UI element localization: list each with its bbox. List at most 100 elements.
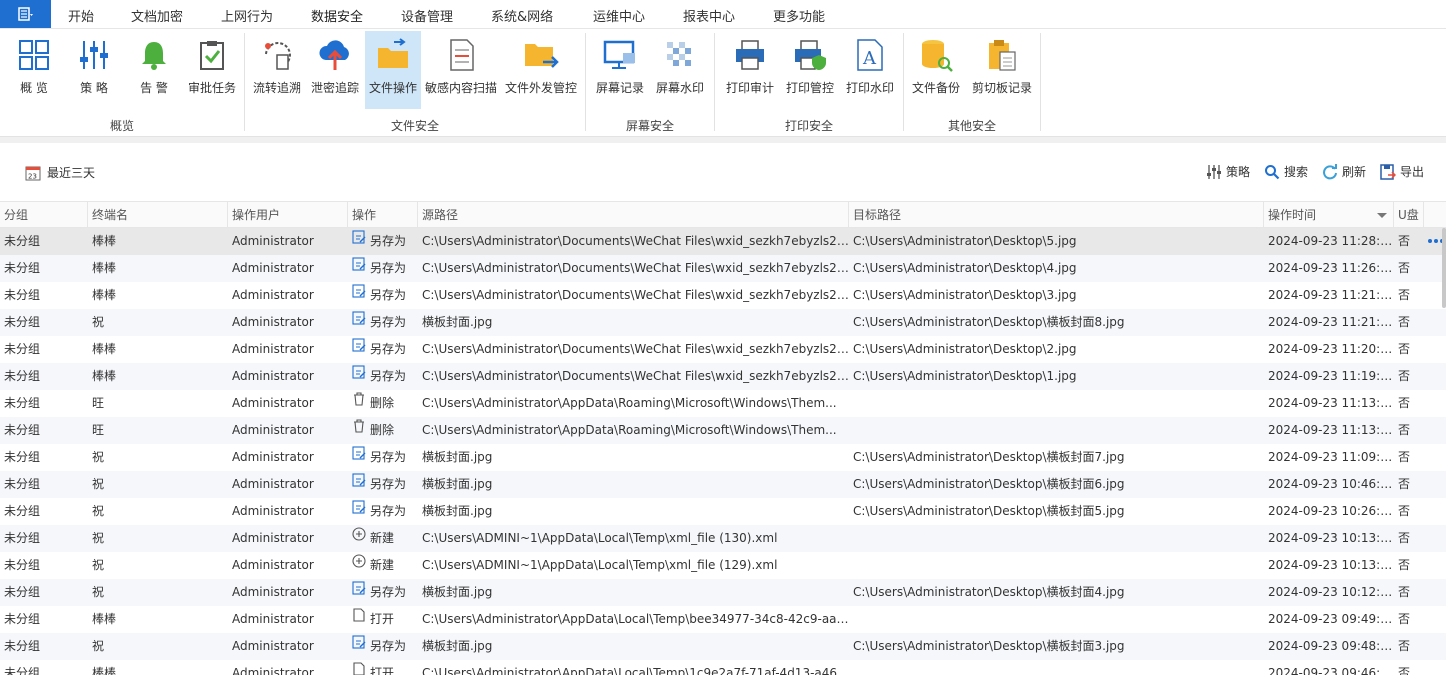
- menu-ops-center[interactable]: 运维中心: [593, 6, 645, 25]
- cell-terminal: 棒棒: [92, 612, 117, 626]
- table-row[interactable]: 未分组 棒棒 Administrator 另存为 C:\Users\Administra…: [0, 282, 1446, 309]
- menu-internet-behavior[interactable]: 上网行为: [221, 6, 273, 25]
- table-row[interactable]: 未分组 祝 Administrator 另存为 横板封面.jpg C:\Users\Adm…: [0, 579, 1446, 606]
- table-row[interactable]: 未分组 祝 Administrator 另存为 横板封面.jpg C:\Users\Adm…: [0, 471, 1446, 498]
- ribbon-file-send-control-button[interactable]: 文件外发管控: [504, 31, 578, 109]
- table-row[interactable]: 未分组 祝 Administrator 另存为 横板封面.jpg C:\Users\Adm…: [0, 444, 1446, 471]
- cell-group: 未分组: [4, 315, 41, 329]
- cell-op: 另存为: [348, 336, 418, 363]
- cell-usb: 否: [1398, 342, 1411, 356]
- ribbon-file-backup-button[interactable]: 文件备份: [910, 31, 962, 109]
- cell-op: 另存为: [348, 228, 418, 255]
- clipboard-record-icon: [989, 40, 1016, 71]
- menu-start[interactable]: 开始: [68, 6, 94, 25]
- ribbon-file-operation-button[interactable]: 文件操作: [365, 31, 421, 109]
- table-row[interactable]: 未分组 棒棒 Administrator 打开 C:\Users\Administrat…: [0, 660, 1446, 675]
- cell-time: 2024-09-23 10:26:38: [1268, 504, 1394, 518]
- menu-more-features[interactable]: 更多功能: [773, 6, 825, 25]
- cell-group: 未分组: [4, 639, 41, 653]
- policy-sliders-icon: [80, 41, 108, 69]
- cell-op: 新建: [348, 525, 418, 552]
- cell-src: C:\Users\Administrator\Documents\WeChat …: [422, 342, 849, 356]
- cell-group: 未分组: [4, 531, 41, 545]
- table-row[interactable]: 未分组 棒棒 Administrator 另存为 C:\Users\Administra…: [0, 363, 1446, 390]
- cell-src: C:\Users\Administrator\AppData\Local\Tem…: [422, 612, 849, 626]
- search-button[interactable]: 搜索: [1264, 163, 1308, 180]
- save-as-icon: [352, 336, 366, 362]
- cell-time: 2024-09-23 11:19:22: [1268, 369, 1394, 383]
- ribbon-leak-trace-button[interactable]: 泄密追踪: [309, 31, 361, 109]
- column-header-usb[interactable]: U盘: [1394, 202, 1424, 228]
- add-circle-icon: [352, 552, 366, 578]
- ribbon-print-audit-button[interactable]: 打印审计: [724, 31, 776, 109]
- cell-src: C:\Users\ADMINI~1\AppData\Local\Temp\xml…: [422, 558, 778, 572]
- ribbon-policy-button[interactable]: 策 略: [72, 31, 116, 109]
- column-header-terminal[interactable]: 终端名: [88, 202, 228, 228]
- cell-src: C:\Users\Administrator\AppData\Roaming\M…: [422, 423, 837, 437]
- table-row[interactable]: 未分组 棒棒 Administrator 另存为 C:\Users\Administra…: [0, 255, 1446, 282]
- app-menu-button[interactable]: [0, 0, 51, 28]
- table-row[interactable]: 未分组 祝 Administrator 新建 C:\Users\ADMINI~1\App…: [0, 552, 1446, 579]
- cell-dst: C:\Users\Administrator\Desktop\4.jpg: [853, 261, 1077, 275]
- column-header-target-path[interactable]: 目标路径: [849, 202, 1264, 228]
- table-body: 未分组 棒棒 Administrator 另存为 C:\Users\Administra…: [0, 228, 1446, 675]
- ribbon-screen-watermark-button[interactable]: 屏幕水印: [654, 31, 706, 109]
- column-header-user[interactable]: 操作用户: [228, 202, 348, 228]
- ribbon-screen-record-button[interactable]: 屏幕记录: [594, 31, 646, 109]
- ribbon-clipboard-record-button[interactable]: 剪切板记录: [970, 31, 1034, 109]
- ribbon-approval-button[interactable]: 审批任务: [186, 31, 238, 109]
- table-row[interactable]: 未分组 祝 Administrator 另存为 横板封面.jpg C:\Users\Adm…: [0, 633, 1446, 660]
- ribbon-print-control-button[interactable]: 打印管控: [784, 31, 836, 109]
- table-row[interactable]: 未分组 祝 Administrator 另存为 横板封面.jpg C:\Users\Adm…: [0, 309, 1446, 336]
- cell-dst: C:\Users\Administrator\Desktop\5.jpg: [853, 234, 1077, 248]
- menu-data-security[interactable]: 数据安全: [311, 6, 364, 31]
- save-as-icon: [352, 444, 366, 470]
- table-row[interactable]: 未分组 棒棒 Administrator 另存为 C:\Users\Administra…: [0, 228, 1446, 255]
- column-header-group[interactable]: 分组: [0, 202, 88, 228]
- cell-op: 新建: [348, 552, 418, 579]
- menu-report-center[interactable]: 报表中心: [683, 6, 735, 25]
- cell-src: C:\Users\Administrator\AppData\Local\Tem…: [422, 666, 849, 675]
- cell-user: Administrator: [232, 396, 314, 410]
- cell-time: 2024-09-23 11:21:13: [1268, 315, 1394, 329]
- ribbon-flow-trace-button[interactable]: 流转追溯: [251, 31, 303, 109]
- menu-system-network[interactable]: 系统&网络: [491, 6, 553, 25]
- cell-terminal: 棒棒: [92, 369, 117, 383]
- cell-time: 2024-09-23 11:21:28: [1268, 288, 1394, 302]
- table-row[interactable]: 未分组 旺 Administrator 删除 C:\Users\Administrato…: [0, 390, 1446, 417]
- column-header-source-path[interactable]: 源路径: [418, 202, 849, 228]
- file-send-icon: [525, 44, 559, 68]
- cell-usb: 否: [1398, 369, 1411, 383]
- export-button[interactable]: 导出: [1380, 163, 1424, 180]
- ribbon-print-watermark-button[interactable]: A 打印水印: [844, 31, 896, 109]
- table-row[interactable]: 未分组 祝 Administrator 另存为 横板封面.jpg C:\Users\Adm…: [0, 498, 1446, 525]
- ribbon-sensitive-scan-button[interactable]: 敏感内容扫描: [424, 31, 498, 109]
- table-row[interactable]: 未分组 祝 Administrator 新建 C:\Users\ADMINI~1\App…: [0, 525, 1446, 552]
- vertical-scrollbar[interactable]: [1442, 228, 1446, 308]
- ribbon-overview-button[interactable]: 概 览: [12, 31, 56, 109]
- cell-user: Administrator: [232, 369, 314, 383]
- policy-sliders-icon: [1206, 164, 1221, 179]
- column-header-operation[interactable]: 操作: [348, 202, 418, 228]
- cell-dst: C:\Users\Administrator\Desktop\2.jpg: [853, 342, 1077, 356]
- date-range-label: 最近三天: [47, 166, 96, 180]
- save-as-icon: [352, 471, 366, 497]
- table-row[interactable]: 未分组 旺 Administrator 删除 C:\Users\Administrato…: [0, 417, 1446, 444]
- menu-doc-encrypt[interactable]: 文档加密: [131, 6, 183, 25]
- cell-dst: [849, 552, 1264, 579]
- refresh-button[interactable]: 刷新: [1322, 163, 1366, 180]
- file-open-icon: [352, 606, 366, 632]
- cell-op: 另存为: [348, 579, 418, 606]
- ribbon-alarm-button[interactable]: 告 警: [132, 31, 176, 109]
- date-range-picker[interactable]: 23 最近三天: [25, 164, 95, 181]
- cell-dst: [849, 417, 1264, 444]
- group-label-other-security: 其他安全: [947, 119, 997, 133]
- cell-op: 另存为: [348, 282, 418, 309]
- table-row[interactable]: 未分组 棒棒 Administrator 打开 C:\Users\Administrat…: [0, 606, 1446, 633]
- cell-op: 删除: [348, 390, 418, 417]
- column-header-time[interactable]: 操作时间: [1264, 202, 1394, 228]
- table-row[interactable]: 未分组 棒棒 Administrator 另存为 C:\Users\Administra…: [0, 336, 1446, 363]
- menu-device-management[interactable]: 设备管理: [401, 6, 453, 25]
- policy-button[interactable]: 策略: [1206, 163, 1250, 180]
- cell-usb: 否: [1398, 639, 1411, 653]
